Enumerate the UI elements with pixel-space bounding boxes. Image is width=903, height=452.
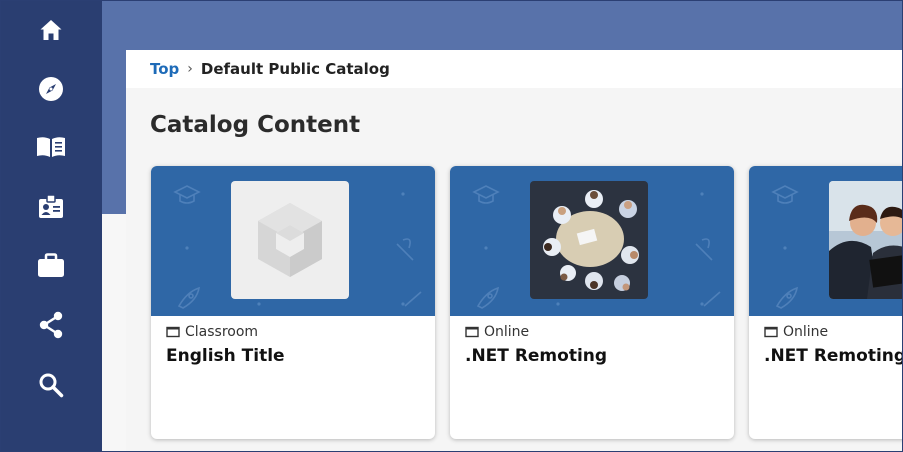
breadcrumb: Top › Default Public Catalog bbox=[126, 50, 902, 88]
content-panel: Top › Default Public Catalog Catalog Con… bbox=[126, 50, 902, 451]
monitor-icon bbox=[465, 326, 479, 338]
card-type: Classroom bbox=[166, 324, 258, 340]
sidebar bbox=[1, 1, 102, 451]
book-icon bbox=[37, 137, 65, 157]
sidebar-item-profile[interactable] bbox=[31, 187, 71, 227]
breadcrumb-current: Default Public Catalog bbox=[200, 60, 390, 78]
app-window: Top › Default Public Catalog Catalog Con… bbox=[0, 0, 903, 452]
page-title: Catalog Content bbox=[150, 112, 361, 138]
monitor-icon bbox=[166, 326, 180, 338]
id-badge-icon bbox=[39, 194, 63, 218]
placeholder-logo-icon bbox=[231, 181, 349, 299]
card-banner bbox=[151, 166, 435, 316]
card-banner bbox=[749, 166, 902, 316]
breadcrumb-separator: › bbox=[187, 61, 193, 77]
share-icon bbox=[39, 311, 63, 339]
sidebar-item-share[interactable] bbox=[31, 305, 71, 345]
sidebar-item-work[interactable] bbox=[31, 246, 71, 286]
card-title[interactable]: English Title bbox=[166, 346, 431, 366]
meeting-photo-icon bbox=[530, 181, 648, 299]
card-thumbnail bbox=[829, 181, 902, 299]
briefcase-icon bbox=[38, 253, 64, 277]
card-type-label: Classroom bbox=[185, 324, 259, 340]
sidebar-item-search[interactable] bbox=[31, 365, 71, 405]
monitor-icon bbox=[764, 326, 778, 338]
compass-icon bbox=[39, 77, 63, 101]
search-icon bbox=[39, 373, 64, 398]
home-icon bbox=[40, 20, 62, 40]
breadcrumb-top-link[interactable]: Top bbox=[150, 60, 179, 78]
card-type: Online bbox=[465, 324, 529, 340]
card-title[interactable]: .NET Remoting i bbox=[764, 346, 902, 366]
card-thumbnail bbox=[530, 181, 648, 299]
sidebar-item-catalog[interactable] bbox=[31, 127, 71, 167]
card-type: Online bbox=[764, 324, 828, 340]
card-type-label: Online bbox=[484, 324, 530, 340]
card-title[interactable]: .NET Remoting bbox=[465, 346, 730, 366]
sidebar-item-explore[interactable] bbox=[31, 69, 71, 109]
card-thumbnail bbox=[231, 181, 349, 299]
sidebar-item-home[interactable] bbox=[31, 10, 71, 50]
catalog-card[interactable]: Classroom English Title bbox=[151, 166, 435, 439]
people-photo-icon bbox=[829, 181, 902, 299]
catalog-card[interactable]: Online .NET Remoting i bbox=[749, 166, 902, 439]
card-type-label: Online bbox=[783, 324, 829, 340]
card-banner bbox=[450, 166, 734, 316]
catalog-card[interactable]: Online .NET Remoting bbox=[450, 166, 734, 439]
